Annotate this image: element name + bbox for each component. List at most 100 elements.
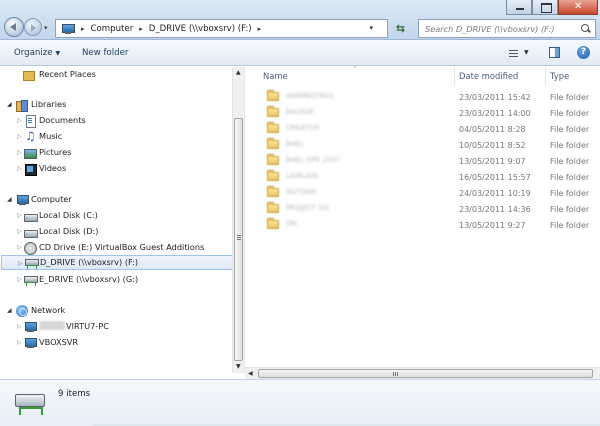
expanded-arrow-icon[interactable]: ◢ [7, 307, 13, 315]
file-type: File folder [550, 221, 590, 230]
scroll-up-arrow-icon[interactable]: ▲ [236, 69, 241, 76]
organize-button[interactable]: Organize ▼ [14, 48, 60, 58]
file-date-modified: 24/03/2011 10:19 [459, 189, 531, 198]
column-header-date-modified[interactable]: Date modified [454, 67, 545, 85]
cd-drive-icon [24, 242, 37, 255]
collapsed-arrow-icon[interactable]: ▷ [17, 276, 23, 284]
nav-label: Documents [39, 115, 86, 125]
file-date-modified: 13/05/2011 9:07 [459, 157, 526, 166]
breadcrumb-current-drive[interactable]: D_DRIVE (\\vboxsrv) (F:) [149, 24, 252, 34]
refresh-icon[interactable]: ⇆ [391, 19, 410, 38]
file-name: PROJECT SIS [286, 204, 330, 212]
folder-icon [267, 154, 279, 165]
folder-icon [267, 170, 279, 181]
file-row[interactable]: BACKUP 23/03/2011 14:00 File folder [255, 105, 595, 121]
search-input[interactable] [419, 23, 577, 34]
nav-item-d-drive-f[interactable]: ▷ D_DRIVE (\\vboxsrv) (F:) [1, 255, 235, 270]
collapsed-arrow-icon[interactable]: ▷ [17, 117, 23, 125]
nav-label: D_DRIVE (\\vboxsrv) (F:) [40, 257, 139, 267]
view-options-chevron-icon[interactable]: ▼ [524, 49, 529, 56]
collapsed-arrow-icon[interactable]: ▷ [17, 339, 23, 347]
scroll-down-arrow-icon[interactable]: ▼ [236, 363, 241, 370]
search-box[interactable] [418, 19, 596, 38]
recent-pages-chevron-icon[interactable]: ▾ [44, 24, 48, 32]
folder-icon [267, 202, 279, 213]
preview-pane-icon[interactable] [549, 47, 560, 58]
breadcrumb-chevron-icon[interactable]: ▸ [258, 25, 262, 33]
file-row[interactable]: OUTSIDE 24/03/2011 10:19 File folder [255, 185, 595, 201]
file-row[interactable]: BHEL 10/05/2011 8:52 File folder [255, 137, 595, 153]
collapsed-arrow-icon[interactable]: ▷ [17, 133, 23, 141]
navigation-pane: Recent Places ◢ Libraries ▷ Documents ▷ … [0, 67, 237, 373]
scrollbar-thumb[interactable] [258, 369, 593, 378]
nav-label: Videos [39, 163, 67, 173]
nav-label: Computer [31, 194, 72, 204]
details-pane: 9 items [0, 379, 600, 426]
hard-disk-icon [24, 210, 38, 222]
folder-icon [267, 106, 279, 117]
new-folder-button[interactable]: New folder [82, 48, 128, 58]
expanded-arrow-icon[interactable]: ◢ [7, 196, 13, 204]
close-button[interactable] [558, 0, 598, 15]
breadcrumb-chevron-icon[interactable]: ▸ [81, 25, 85, 33]
search-icon[interactable] [581, 24, 590, 33]
nav-label: Music [39, 131, 63, 141]
computer-icon [61, 23, 75, 34]
expanded-arrow-icon[interactable]: ◢ [7, 101, 13, 109]
libraries-icon [16, 99, 28, 112]
folder-icon [267, 90, 279, 101]
forward-arrow-icon[interactable] [24, 18, 42, 36]
nav-label: Libraries [31, 99, 67, 109]
file-row[interactable]: TRI 13/05/2011 9:27 File folder [255, 217, 595, 233]
breadcrumb-chevron-icon[interactable]: ▸ [139, 25, 143, 33]
file-row[interactable]: LAINLAIN 16/05/2011 15:57 File folder [255, 169, 595, 185]
file-type: File folder [550, 125, 590, 134]
title-bar: ▾ ▸ Computer ▸ D_DRIVE (\\vboxsrv) (F:) … [0, 0, 600, 40]
file-row[interactable]: BHEL OPE 2007 13/05/2011 9:07 File folder [255, 153, 595, 169]
scrollbar-thumb[interactable] [234, 118, 243, 361]
scroll-left-arrow-icon[interactable]: ◀ [248, 370, 253, 377]
nav-label: CD Drive (E:) VirtualBox Guest Additions [39, 242, 205, 252]
file-list-horizontal-scrollbar[interactable]: ◀ [245, 367, 600, 379]
address-bar[interactable]: ▸ Computer ▸ D_DRIVE (\\vboxsrv) (F:) ▸ … [55, 19, 388, 38]
file-name: BHEL [286, 140, 305, 148]
collapsed-arrow-icon[interactable]: ▷ [17, 323, 23, 331]
navigation-scrollbar[interactable]: ▲ ▼ [232, 67, 244, 373]
file-row[interactable]: ADMINISTRAS 23/03/2011 15:42 File folder [255, 89, 595, 105]
nav-label: Local Disk (C:) [39, 210, 98, 220]
file-list: ⌃ Name Date modified Type ADMINISTRAS 23/… [245, 65, 600, 373]
file-name: LAINLAIN [286, 172, 319, 180]
nav-label: VBOXSVR [39, 337, 79, 347]
collapsed-arrow-icon[interactable]: ▷ [17, 212, 23, 220]
computer-icon [16, 194, 29, 206]
back-arrow-icon[interactable] [4, 17, 24, 37]
collapsed-arrow-icon[interactable]: ▷ [17, 244, 23, 252]
file-row[interactable]: PROJECT SIS 23/03/2011 14:36 File folder [255, 201, 595, 217]
file-name: ADMINISTRAS [286, 92, 334, 100]
recent-places-icon [22, 69, 35, 81]
item-count: 9 items [58, 389, 91, 399]
file-name: CREATIVE [286, 124, 320, 132]
minimize-button[interactable] [506, 0, 532, 15]
file-type: File folder [550, 93, 590, 102]
collapsed-arrow-icon[interactable]: ▷ [17, 228, 23, 236]
collapsed-arrow-icon[interactable]: ▷ [18, 260, 24, 268]
breadcrumb-computer[interactable]: Computer [91, 24, 134, 34]
collapsed-arrow-icon[interactable]: ▷ [17, 149, 23, 157]
grip-icon [393, 372, 398, 376]
nav-label: E_DRIVE (\\vboxsrv) (G:) [39, 274, 139, 284]
help-icon[interactable]: ? [577, 46, 590, 59]
file-row[interactable]: CREATIVE 04/05/2011 8:28 File folder [255, 121, 595, 137]
change-view-icon[interactable] [509, 50, 518, 57]
column-header-type[interactable]: Type [545, 67, 600, 85]
file-type: File folder [550, 205, 590, 214]
hard-disk-icon [24, 226, 38, 238]
collapsed-arrow-icon[interactable]: ▷ [17, 165, 23, 173]
file-date-modified: 16/05/2011 15:57 [459, 173, 531, 182]
file-date-modified: 23/03/2011 15:42 [459, 93, 531, 102]
file-type: File folder [550, 157, 590, 166]
column-header-name[interactable]: Name [263, 67, 454, 85]
file-type: File folder [550, 189, 590, 198]
maximize-button[interactable] [532, 0, 558, 15]
address-dropdown-icon[interactable]: ▾ [369, 24, 373, 32]
